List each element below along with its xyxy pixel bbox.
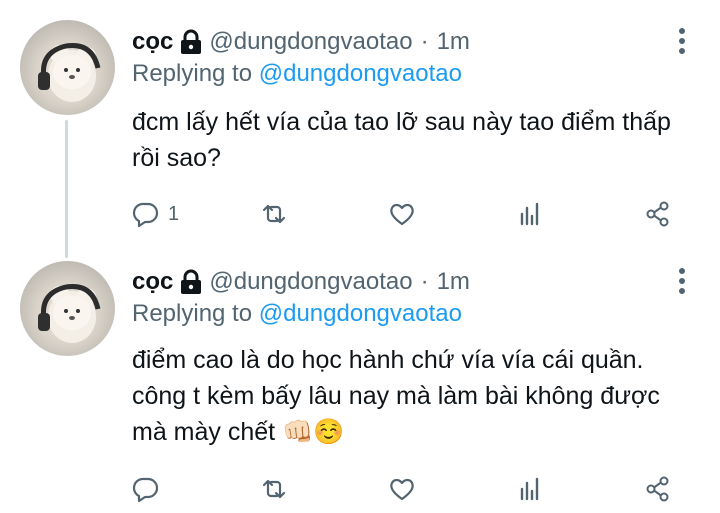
reply-button[interactable]: 1 [132,196,179,232]
separator-dot: · [420,268,429,295]
like-button[interactable] [388,196,416,232]
tweet-text-line: công t kèm bấy lâu nay mà làm bài không … [132,382,660,410]
avatar[interactable] [20,261,115,356]
action-bar: 1 [132,196,692,232]
like-icon [388,200,416,228]
avatar[interactable] [20,20,115,115]
views-button[interactable] [516,471,544,507]
display-name[interactable]: cọc [132,28,173,56]
user-handle[interactable]: @dungdongvaotao [209,268,412,296]
action-bar [132,471,692,507]
timestamp[interactable]: 1m [437,28,470,56]
tweet-text-line: đcm lấy hết vía của tao lỡ sau này tao đ… [132,108,671,136]
retweet-button[interactable] [260,471,288,507]
views-icon [516,200,544,228]
reply-icon [132,200,160,228]
share-icon [644,200,672,228]
like-icon [388,475,416,503]
reply-icon [132,475,160,503]
views-icon [516,475,544,503]
replying-to-handle-link[interactable]: @dungdongvaotao [259,300,462,327]
reply-count: 1 [168,202,180,225]
lock-icon [179,29,203,55]
display-name[interactable]: cọc [132,268,173,296]
replying-to-handle-link[interactable]: @dungdongvaotao [259,60,462,87]
replying-to: Replying to @dungdongvaotao [132,60,462,88]
lock-icon [179,269,203,295]
more-icon[interactable] [672,26,692,56]
share-icon [644,475,672,503]
share-button[interactable] [644,196,672,232]
reply-button[interactable] [132,471,168,507]
share-button[interactable] [644,471,672,507]
tweet-text: điểm cao là do học hành chứ vía vía cái … [132,342,702,450]
retweet-icon [260,200,288,228]
tweet[interactable]: cọc @dungdongvaotao · 1m Replying to @du… [0,0,720,258]
timestamp[interactable]: 1m [437,268,470,296]
tweet-text-line: rồi sao? [132,144,221,172]
tweet[interactable]: cọc @dungdongvaotao · 1m Replying to @du… [0,250,720,513]
user-handle[interactable]: @dungdongvaotao [209,28,412,56]
retweet-icon [260,475,288,503]
replying-to-label: Replying to [132,300,253,327]
views-button[interactable] [516,196,544,232]
thread-line [65,120,68,258]
separator-dot: · [420,28,429,55]
tweet-header: cọc @dungdongvaotao · 1m [132,264,470,300]
retweet-button[interactable] [260,196,288,232]
replying-to: Replying to @dungdongvaotao [132,300,462,328]
more-icon[interactable] [672,266,692,296]
tweet-text: đcm lấy hết vía của tao lỡ sau này tao đ… [132,104,702,176]
replying-to-label: Replying to [132,60,253,87]
tweet-header: cọc @dungdongvaotao · 1m [132,24,470,60]
tweet-text-line: mà mày chết 👊🏻☺️ [132,418,345,446]
tweet-text-line: điểm cao là do học hành chứ vía vía cái … [132,346,644,374]
like-button[interactable] [388,471,416,507]
